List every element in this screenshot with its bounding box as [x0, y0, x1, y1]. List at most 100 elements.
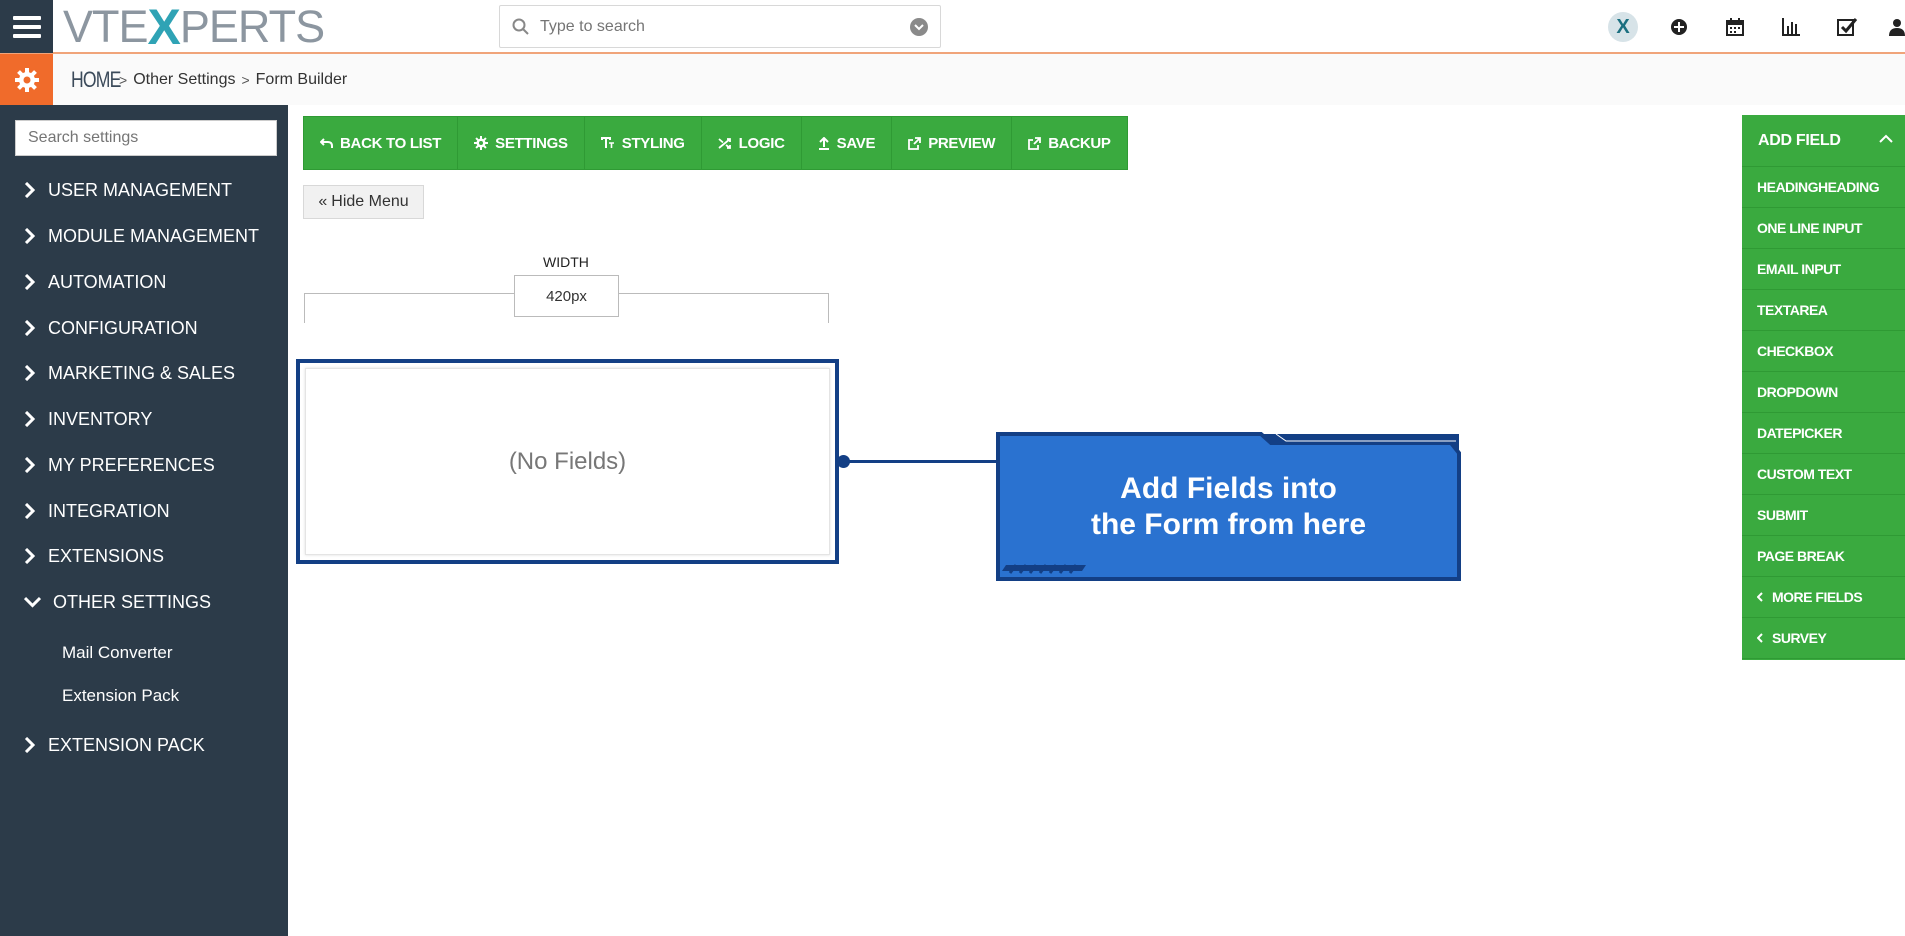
settings-search-input[interactable] — [15, 120, 277, 156]
chevron-left-icon — [1756, 630, 1764, 646]
callout-connector-line — [839, 460, 999, 463]
breadcrumb-bar: HOME > Other Settings > Form Builder — [0, 54, 1905, 105]
undo-icon — [320, 137, 333, 148]
form-drop-area[interactable]: (No Fields) — [305, 368, 830, 555]
tasks-checkbox-icon[interactable] — [1819, 0, 1875, 54]
breadcrumb-other-settings[interactable]: Other Settings — [133, 71, 235, 89]
hide-menu-button[interactable]: « Hide Menu — [303, 185, 424, 219]
logic-button[interactable]: LOGIC — [702, 117, 802, 169]
chevron-left-icon — [1756, 589, 1764, 605]
backup-button[interactable]: BACKUP — [1012, 117, 1126, 169]
chevron-right-icon: > — [241, 71, 250, 88]
sidebar-item-label: CONFIGURATION — [48, 317, 198, 338]
sidebar-item-label: MY PREFERENCES — [48, 454, 215, 475]
vtexperts-x-icon[interactable]: X — [1595, 0, 1651, 54]
field-checkbox[interactable]: CHECKBOX — [1742, 331, 1905, 372]
survey-toggle[interactable]: SURVEY — [1742, 618, 1905, 659]
chevron-right-icon — [24, 411, 48, 427]
vtexperts-logo[interactable]: VTE X PERTS — [63, 0, 325, 55]
gear-icon — [474, 136, 489, 150]
form-canvas[interactable]: (No Fields) — [296, 359, 839, 564]
field-dropdown[interactable]: DROPDOWN — [1742, 372, 1905, 413]
field-submit[interactable]: SUBMIT — [1742, 495, 1905, 536]
sidebar-item-module-management[interactable]: MODULE MANAGEMENT — [24, 221, 259, 251]
sidebar-item-label: INVENTORY — [48, 408, 153, 429]
sidebar-item-label: EXTENSION PACK — [48, 734, 205, 755]
chevron-right-icon — [24, 457, 48, 473]
external-link-icon — [1028, 136, 1042, 150]
breadcrumb-home[interactable]: HOME — [71, 67, 121, 93]
sidebar-item-integration[interactable]: INTEGRATION — [24, 496, 170, 526]
back-to-list-button[interactable]: BACK TO LIST — [304, 117, 459, 169]
calendar-icon[interactable] — [1707, 0, 1763, 54]
chevron-down-icon — [24, 596, 53, 608]
shuffle-icon — [718, 137, 731, 149]
top-bar: VTEXPERTS X — [0, 0, 1905, 55]
styling-button[interactable]: STYLING — [585, 117, 702, 169]
callout-connector-dot — [837, 455, 850, 468]
sidebar-item-label: EXTENSIONS — [48, 545, 165, 566]
settings-sidebar: USER MANAGEMENT MODULE MANAGEMENT AUTOMA… — [0, 105, 288, 936]
sidebar-item-extensions[interactable]: EXTENSIONS — [24, 541, 164, 571]
user-icon[interactable] — [1875, 0, 1905, 54]
sidebar-item-label: MODULE MANAGEMENT — [48, 225, 260, 246]
upload-icon — [818, 136, 829, 150]
sidebar-item-extension-pack[interactable]: EXTENSION PACK — [24, 730, 205, 760]
external-link-icon — [908, 136, 922, 150]
chevron-right-icon — [24, 274, 48, 290]
sidebar-item-marketing-sales[interactable]: MARKETING & SALES — [24, 358, 235, 388]
width-input[interactable] — [514, 275, 619, 317]
global-search-input[interactable] — [540, 17, 910, 36]
reports-chart-icon[interactable] — [1763, 0, 1819, 54]
search-icon — [500, 18, 540, 35]
sidebar-subitem-mail-converter[interactable]: Mail Converter — [62, 643, 173, 663]
double-chevron-left-icon: « — [318, 193, 328, 210]
sidebar-item-label: INTEGRATION — [48, 500, 170, 521]
chevron-right-icon — [24, 503, 48, 519]
field-datepicker[interactable]: DATEPICKER — [1742, 413, 1905, 454]
sidebar-item-label: USER MANAGEMENT — [48, 179, 233, 200]
sidebar-item-label: AUTOMATION — [48, 271, 167, 292]
add-field-panel: ADD FIELD HEADINGHEADING ONE LINE INPUT … — [1742, 115, 1905, 660]
settings-gear-icon[interactable] — [0, 54, 53, 105]
field-textarea[interactable]: TEXTAREA — [1742, 290, 1905, 331]
chevron-right-icon — [24, 365, 48, 381]
hamburger-menu-icon[interactable] — [0, 0, 53, 53]
chevron-right-icon — [24, 737, 48, 753]
field-heading[interactable]: HEADINGHEADING — [1742, 167, 1905, 208]
sidebar-item-my-preferences[interactable]: MY PREFERENCES — [24, 450, 215, 480]
plus-circle-icon[interactable] — [1651, 0, 1707, 54]
breadcrumb: HOME > Other Settings > Form Builder — [71, 54, 347, 105]
sidebar-subitem-extension-pack[interactable]: Extension Pack — [62, 686, 179, 706]
field-one-line-input[interactable]: ONE LINE INPUT — [1742, 208, 1905, 249]
width-label: WIDTH — [543, 254, 589, 270]
text-size-icon — [600, 137, 614, 148]
sidebar-item-inventory[interactable]: INVENTORY — [24, 404, 152, 434]
chevron-right-icon — [24, 228, 48, 244]
chevron-up-icon[interactable] — [1879, 131, 1893, 149]
sidebar-item-label: MARKETING & SALES — [48, 362, 236, 383]
more-fields-toggle[interactable]: MORE FIELDS — [1742, 577, 1905, 618]
add-field-header[interactable]: ADD FIELD — [1742, 115, 1905, 167]
no-fields-text: (No Fields) — [508, 447, 627, 475]
form-builder-toolbar: BACK TO LIST SETTINGS STYLING LOGIC SAVE… — [303, 116, 1128, 170]
tutorial-callout: Add Fields into the Form from here — [996, 431, 1461, 583]
top-icons: X — [1595, 0, 1905, 54]
save-button[interactable]: SAVE — [802, 117, 893, 169]
global-search[interactable] — [499, 5, 941, 48]
chevron-right-icon — [24, 182, 48, 198]
settings-button[interactable]: SETTINGS — [458, 117, 585, 169]
breadcrumb-form-builder[interactable]: Form Builder — [256, 71, 348, 89]
field-custom-text[interactable]: CUSTOM TEXT — [1742, 454, 1905, 495]
preview-button[interactable]: PREVIEW — [892, 117, 1013, 169]
callout-text: Add Fields into the Form from here — [1090, 472, 1367, 541]
field-email-input[interactable]: EMAIL INPUT — [1742, 249, 1905, 290]
sidebar-item-user-management[interactable]: USER MANAGEMENT — [24, 175, 232, 205]
sidebar-item-automation[interactable]: AUTOMATION — [24, 267, 166, 297]
chevron-right-icon — [24, 548, 48, 564]
chevron-down-icon[interactable] — [910, 17, 928, 36]
sidebar-item-configuration[interactable]: CONFIGURATION — [24, 313, 198, 343]
sidebar-item-other-settings[interactable]: OTHER SETTINGS — [24, 587, 211, 617]
chevron-right-icon — [24, 320, 48, 336]
field-page-break[interactable]: PAGE BREAK — [1742, 536, 1905, 577]
